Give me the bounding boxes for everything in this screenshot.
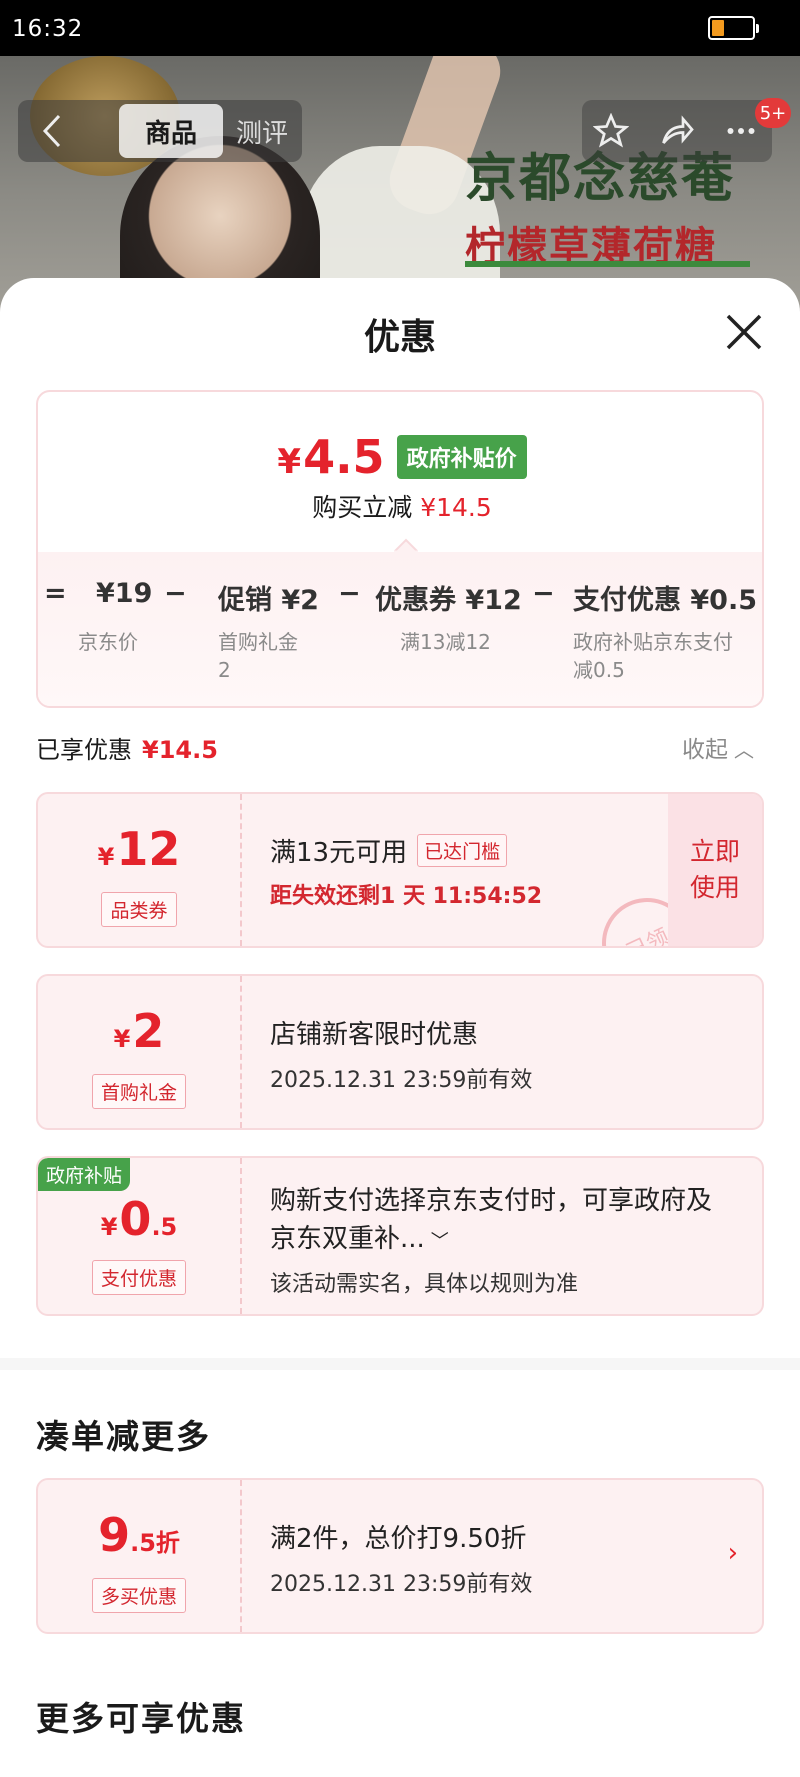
coupon-card-category: ¥12 品类券 满13元可用 已达门槛 距失效还剩1 天 11:54:52 已领 … (36, 792, 764, 948)
calc-op: − (532, 578, 555, 609)
coupon-note: 该活动需实名，具体以规则为准 (270, 1272, 579, 1297)
coupon-card-first-purchase: ¥2 首购礼金 店铺新客限时优惠 2025.12.31 23:59前有效 (36, 974, 764, 1130)
bundle-discount-card[interactable]: 9.5折 多买优惠 满2件，总价打9.50折 2025.12.31 23:59前… (36, 1478, 764, 1634)
coupon-tag: 首购礼金 (91, 1074, 186, 1109)
final-price: ¥4.5 (277, 430, 385, 484)
coupon-label: 满13减12 (400, 630, 491, 654)
coupon-amount: ¥2 (113, 1004, 165, 1058)
discount-rate: 9.5折 (98, 1508, 180, 1562)
chevron-down-icon: ﹀ (430, 1231, 449, 1252)
jd-price-label: 京东价 (78, 630, 138, 654)
coupon-title[interactable]: 购新支付选择京东支付时，可享政府及京东双重补... ﹀ (270, 1182, 730, 1261)
instant-discount: 购买立减 ¥14.5 (312, 493, 492, 522)
payment-discount-value: 支付优惠 ¥0.5 (573, 585, 758, 616)
section-title-bundle: 凑单减更多 (36, 1417, 211, 1456)
top-nav-left: 商品 测评 (18, 100, 302, 162)
status-bar: 16:32 (0, 0, 800, 56)
bundle-validity: 2025.12.31 23:59前有效 (270, 1572, 533, 1597)
discount-sheet: 优惠 ¥4.5 政府补贴价 购买立减 ¥14.5 = ¥19 京东价 − 促销 ¥… (0, 278, 800, 1777)
threshold-badge: 已达门槛 (417, 834, 508, 867)
promo-value: 促销 ¥2 (218, 585, 319, 616)
enjoyed-discount: 已享优惠 ¥14.5 (36, 736, 218, 764)
promo-label: 首购礼金 2 (218, 630, 298, 682)
top-nav-right (582, 100, 772, 162)
chevron-right-icon: › (727, 1538, 738, 1568)
coupon-title: 店铺新客限时优惠 (270, 1020, 479, 1050)
favorite-star-icon[interactable] (590, 110, 632, 152)
battery-fill (712, 20, 724, 36)
gov-subsidy-corner: 政府补贴 (38, 1158, 131, 1191)
calc-op: − (338, 578, 361, 609)
calc-op: − (164, 578, 187, 609)
coupon-tag: 多买优惠 (91, 1578, 186, 1613)
notch-icon (394, 538, 418, 552)
coupon-countdown: 距失效还剩1 天 11:54:52 (270, 884, 543, 909)
price-summary-card: ¥4.5 政府补贴价 购买立减 ¥14.5 = ¥19 京东价 − 促销 ¥2 首… (36, 390, 764, 708)
bundle-title: 满2件，总价打9.50折 (270, 1524, 527, 1554)
close-icon[interactable] (722, 310, 766, 354)
gov-subsidy-badge: 政府补贴价 (396, 435, 527, 479)
coupon-tag: 支付优惠 (91, 1260, 186, 1295)
collapse-button[interactable]: 收起 ︿ (682, 730, 754, 764)
calc-op: = (44, 578, 67, 609)
payment-discount-label: 政府补贴京东支付 减0.5 (573, 630, 733, 682)
tab-review[interactable]: 测评 (225, 100, 299, 162)
use-now-button[interactable]: 立即 使用 (668, 794, 762, 946)
sheet-title: 优惠 (363, 317, 436, 358)
coupon-amount: ¥0.5 (100, 1192, 178, 1246)
chevron-up-icon: ︿ (734, 738, 754, 762)
coupon-tag: 品类券 (101, 892, 177, 927)
coupon-amount: ¥12 (97, 822, 181, 876)
coupon-validity: 2025.12.31 23:59前有效 (270, 1068, 533, 1093)
jd-price-value: ¥19 (96, 578, 153, 609)
share-icon[interactable] (656, 110, 698, 152)
section-title-more: 更多可享优惠 (36, 1699, 246, 1738)
coupon-value: 优惠券 ¥12 (375, 585, 522, 616)
back-icon[interactable] (28, 100, 76, 162)
coupon-title: 满13元可用 已达门槛 (270, 832, 508, 869)
battery-icon (708, 16, 759, 40)
clock: 16:32 (12, 16, 84, 42)
tab-goods[interactable]: 商品 (119, 104, 223, 158)
message-badge: 5+ (755, 98, 791, 128)
coupon-card-payment: 政府补贴 ¥0.5 支付优惠 购新支付选择京东支付时，可享政府及京东双重补...… (36, 1156, 764, 1316)
